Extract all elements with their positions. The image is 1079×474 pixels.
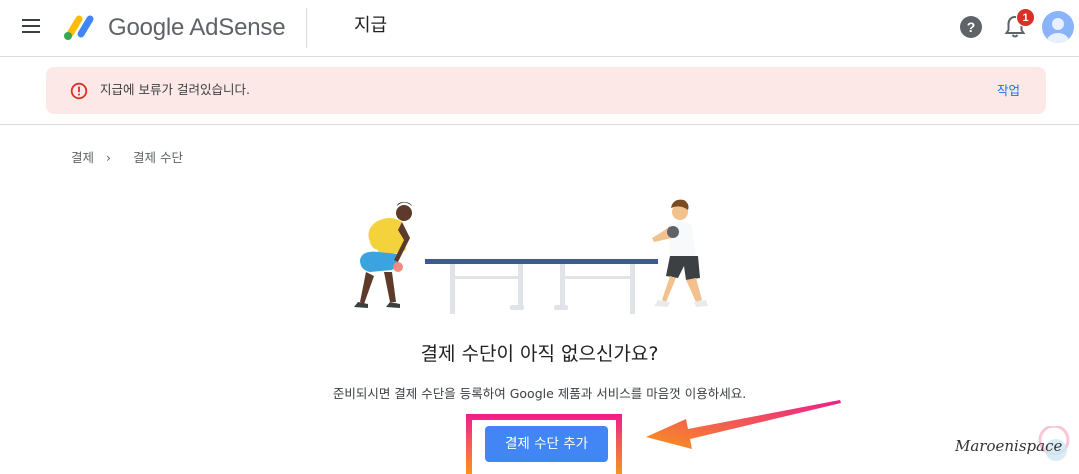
watermark-text: Maroenispace	[955, 437, 1063, 455]
right-player-illustration	[652, 199, 708, 307]
alert-action-link[interactable]: 작업	[997, 82, 1020, 100]
alert-banner: 지급에 보류가 걸려있습니다. 작업	[46, 67, 1046, 114]
avatar[interactable]	[1042, 11, 1074, 43]
left-player-illustration	[354, 202, 412, 308]
brand-name[interactable]: Google AdSense	[108, 12, 286, 44]
breadcrumb-payments[interactable]: 결제	[71, 149, 94, 167]
breadcrumb-payment-methods: 결제 수단	[133, 150, 183, 165]
user-icon	[1047, 18, 1069, 43]
notification-badge: 1	[1016, 8, 1035, 27]
menu-icon[interactable]	[20, 17, 44, 37]
empty-state-title: 결제 수단이 아직 없으신가요?	[420, 343, 659, 365]
table-illustration	[425, 259, 658, 314]
ping-pong-illustration	[354, 199, 708, 314]
alert-message: 지급에 보류가 걸려있습니다.	[100, 82, 250, 97]
page-title: 지급	[354, 15, 388, 36]
help-icon[interactable]: ?	[960, 16, 982, 38]
empty-state-description: 준비되시면 결제 수단을 등록하여 Google 제품과 서비스를 마음껏 이용…	[332, 386, 747, 401]
top-app-bar: Google AdSense 지급 ? 1	[0, 0, 1079, 57]
error-icon	[70, 82, 88, 100]
divider	[306, 8, 307, 48]
divider	[0, 124, 1079, 125]
adsense-logo-icon[interactable]	[62, 12, 98, 42]
add-payment-method-button[interactable]: 결제 수단 추가	[485, 426, 608, 462]
breadcrumb-chevron-icon: ›	[106, 150, 111, 165]
annotation-arrow-icon	[646, 400, 841, 449]
